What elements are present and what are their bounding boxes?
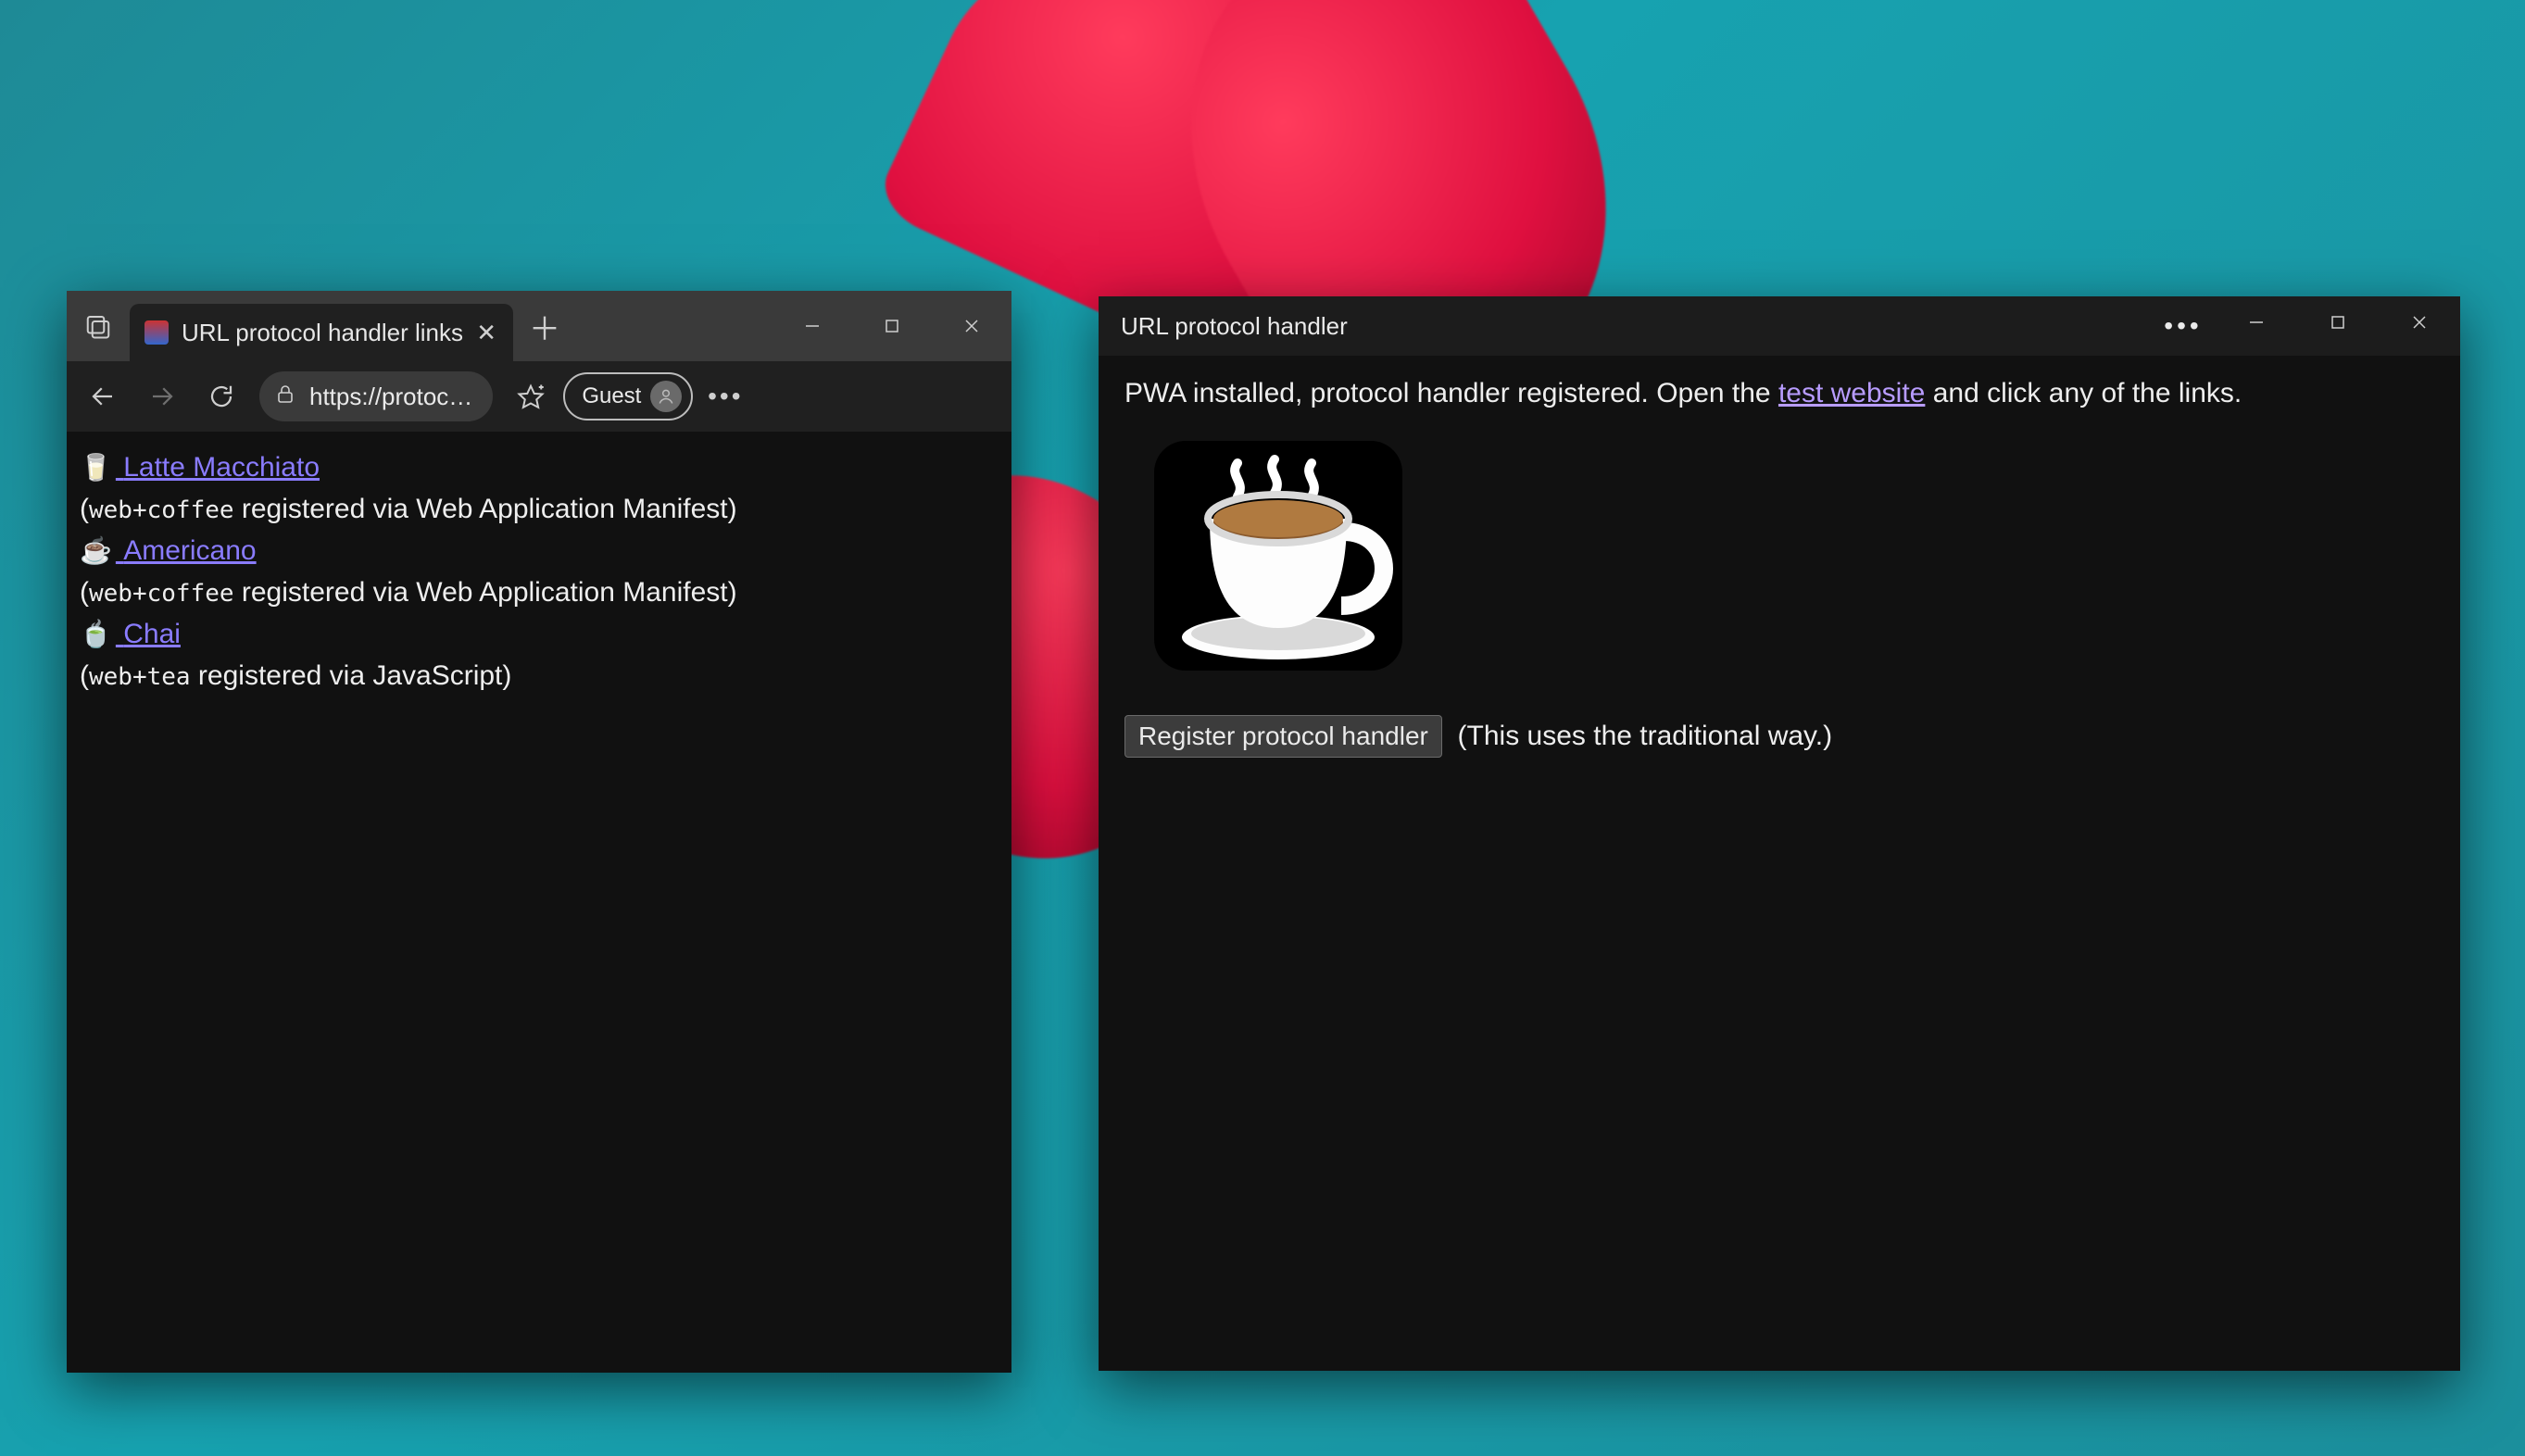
list-item: ☕ Americano [80,530,999,571]
page-content: 🥛 Latte Macchiato (web+coffee registered… [67,432,1011,1373]
list-item: 🍵 Chai [80,613,999,655]
profile-avatar-icon [650,381,682,412]
address-text: https://protoc… [309,383,472,411]
maximize-button[interactable] [852,299,932,353]
site-info-icon[interactable] [274,383,296,410]
drink-emoji-icon: ☕ [80,532,112,571]
pwa-window: URL protocol handler ••• PWA installed, … [1099,296,2460,1371]
maximize-button[interactable] [2297,296,2379,348]
back-button[interactable] [76,370,130,423]
tab-actions-button[interactable] [67,291,130,361]
app-menu-button[interactable]: ••• [2151,296,2216,356]
tab[interactable]: URL protocol handler links ✕ [130,304,513,361]
minimize-button[interactable] [2216,296,2297,348]
close-button[interactable] [2379,296,2460,348]
action-note: (This uses the traditional way.) [1450,721,1832,751]
profile-button[interactable]: Guest [563,372,693,420]
address-bar[interactable]: https://protoc… [259,371,493,421]
reload-button[interactable] [195,370,248,423]
drink-emoji-icon: 🥛 [80,448,112,487]
new-tab-button[interactable]: ＋ [519,300,571,352]
register-handler-button[interactable]: Register protocol handler [1124,715,1442,758]
list-item-note: (web+tea registered via JavaScript) [80,655,999,697]
tab-favicon [144,320,169,345]
protocol-link-latte[interactable]: Latte Macchiato [116,446,320,488]
protocol-link-chai[interactable]: Chai [116,613,181,655]
desktop-wallpaper: URL protocol handler links ✕ ＋ https://p… [0,0,2525,1456]
tab-title: URL protocol handler links [182,319,463,347]
coffee-cup-icon [1149,435,2434,684]
forward-button[interactable] [135,370,189,423]
list-item-note: (web+coffee registered via Web Applicati… [80,571,999,613]
protocol-link-americano[interactable]: Americano [116,530,257,571]
test-website-link[interactable]: test website [1778,378,1925,408]
tab-close-icon[interactable]: ✕ [476,320,496,345]
browser-toolbar: https://protoc… Guest ••• [67,361,1011,432]
pwa-titlebar: URL protocol handler ••• [1099,296,2460,356]
drink-emoji-icon: 🍵 [80,615,112,654]
browser-window: URL protocol handler links ✕ ＋ https://p… [67,291,1011,1373]
close-button[interactable] [932,299,1011,353]
window-controls [773,299,1011,353]
profile-label: Guest [582,383,641,409]
list-item-note: (web+coffee registered via Web Applicati… [80,488,999,530]
intro-text: PWA installed, protocol handler register… [1124,378,2434,409]
pwa-content: PWA installed, protocol handler register… [1099,356,2460,1371]
pwa-title: URL protocol handler [1121,312,1348,341]
more-menu-button[interactable]: ••• [698,370,752,423]
minimize-button[interactable] [773,299,852,353]
tab-strip: URL protocol handler links ✕ ＋ [67,291,1011,361]
favorites-button[interactable] [504,370,558,423]
list-item: 🥛 Latte Macchiato [80,446,999,488]
action-row: Register protocol handler (This uses the… [1124,715,2434,758]
